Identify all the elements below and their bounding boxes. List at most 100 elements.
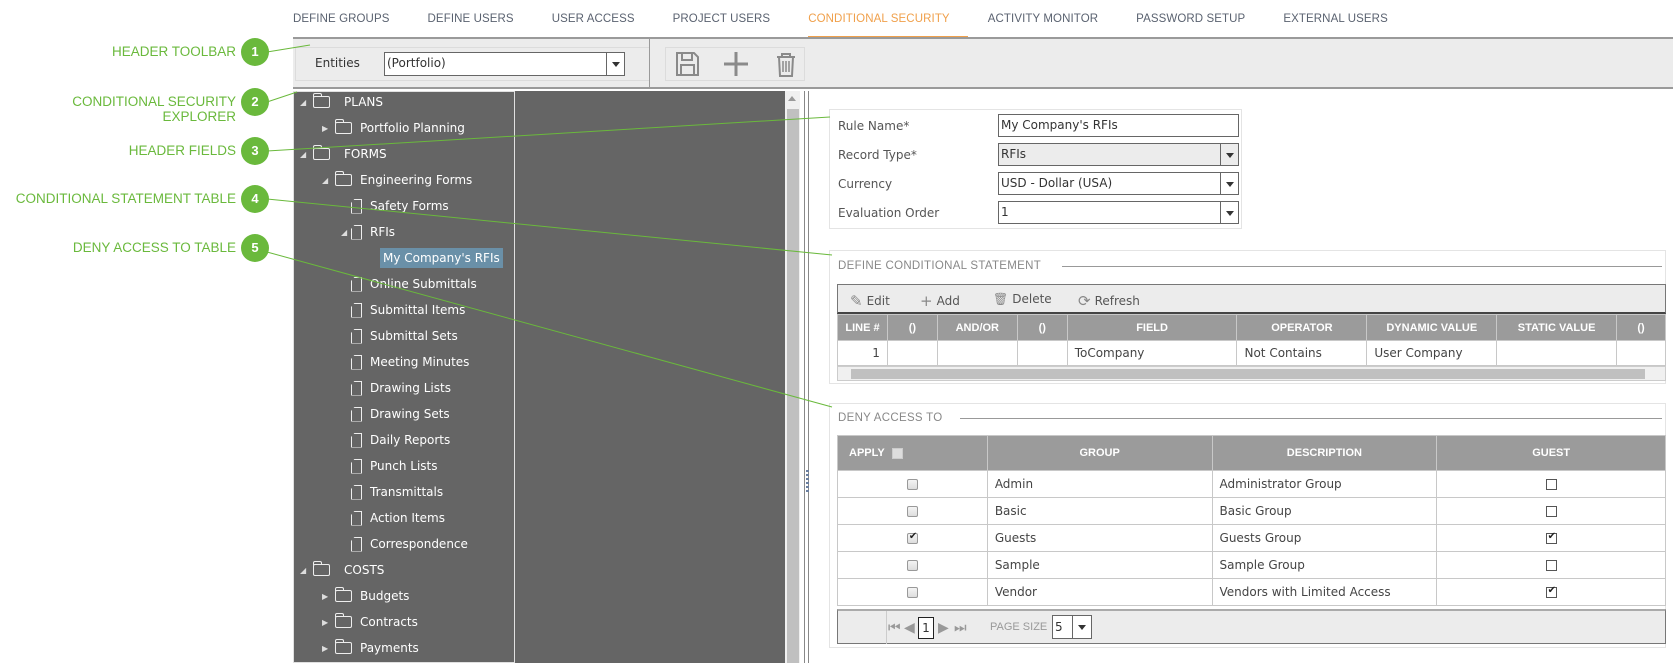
column-header[interactable]: OPERATOR	[1236, 314, 1368, 341]
tab-define-groups[interactable]: DEFINE GROUPS	[293, 0, 390, 38]
table-row[interactable]: 1 ToCompany Not Contains User Company	[837, 340, 1666, 366]
edit-button[interactable]: ✎ Edit	[850, 292, 890, 310]
table-row[interactable]: Vendor Vendors with Limited Access	[837, 578, 1666, 606]
next-page-icon[interactable]: ▶	[938, 620, 949, 636]
apply-checkbox[interactable]	[906, 479, 918, 490]
guest-checkbox[interactable]	[1545, 531, 1557, 544]
evaluation-order-select[interactable]: 1	[998, 201, 1239, 224]
chevron-down-icon[interactable]	[1220, 144, 1238, 165]
tree-item[interactable]: ▶ Contracts	[322, 611, 418, 633]
scrollbar-thumb[interactable]	[787, 109, 799, 663]
tree-item[interactable]: ◢ Engineering Forms	[322, 169, 472, 191]
apply-checkbox[interactable]	[906, 506, 918, 517]
tree-item[interactable]: Drawing Lists	[341, 377, 451, 399]
tree-item[interactable]: Safety Forms	[341, 195, 449, 217]
record-type-select[interactable]: RFIs	[998, 143, 1239, 166]
tree-item[interactable]: ▶ Payments	[322, 637, 419, 659]
tree-item[interactable]: Daily Reports	[341, 429, 450, 451]
tree-item[interactable]: Correspondence	[341, 533, 468, 555]
rule-name-input[interactable]: My Company's RFIs	[998, 114, 1239, 137]
column-header[interactable]: STATIC VALUE	[1496, 314, 1618, 341]
currency-select[interactable]: USD - Dollar (USA)	[998, 172, 1239, 195]
page-number-input[interactable]: 1	[918, 617, 934, 639]
table-row[interactable]: Sample Sample Group	[837, 551, 1666, 579]
chevron-down-icon[interactable]	[1072, 616, 1091, 638]
conditional-hscrollbar[interactable]	[837, 366, 1666, 381]
column-header[interactable]: GUEST	[1436, 435, 1666, 471]
tab-activity-monitor[interactable]: ACTIVITY MONITOR	[988, 0, 1098, 38]
tree-item[interactable]: My Company's RFIs	[380, 247, 503, 269]
column-header[interactable]: GROUP	[986, 435, 1213, 471]
first-page-icon[interactable]: ⏮	[888, 620, 901, 636]
tree-item[interactable]: ◢ RFIs	[341, 221, 395, 243]
add-button[interactable]: + Add	[920, 292, 960, 310]
select-all-checkbox[interactable]	[891, 447, 903, 459]
entities-select[interactable]: (Portfolio)	[384, 52, 625, 76]
chevron-down-icon[interactable]	[606, 53, 624, 75]
expand-icon[interactable]: ▶	[322, 124, 332, 133]
last-page-icon[interactable]: ⏭	[954, 620, 967, 636]
explorer-scrollbar[interactable]	[785, 91, 800, 663]
column-header[interactable]: DESCRIPTION	[1211, 435, 1438, 471]
expand-icon[interactable]: ▶	[322, 592, 332, 601]
tree-item[interactable]: ▶ Portfolio Planning	[322, 117, 465, 139]
panel-splitter[interactable]	[804, 91, 809, 663]
guest-checkbox[interactable]	[1545, 479, 1557, 490]
scroll-up-icon[interactable]	[788, 96, 796, 101]
column-header[interactable]: LINE #	[837, 314, 888, 341]
tab-user-access[interactable]: USER ACCESS	[552, 0, 635, 38]
column-header[interactable]: AND/OR	[936, 314, 1018, 341]
tree-item[interactable]: Submittal Items	[341, 299, 465, 321]
collapse-icon[interactable]: ◢	[300, 150, 310, 159]
chevron-down-icon[interactable]	[1220, 173, 1238, 194]
delete-button[interactable]: 🗑 Delete	[993, 292, 1052, 306]
collapse-icon[interactable]: ◢	[300, 98, 310, 107]
column-header[interactable]: DYNAMIC VALUE	[1366, 314, 1498, 341]
scrollbar-thumb[interactable]	[851, 369, 1645, 379]
apply-checkbox[interactable]	[906, 560, 918, 571]
refresh-button[interactable]: ⟳ Refresh	[1078, 292, 1140, 310]
page-size-select[interactable]: 5	[1052, 615, 1092, 639]
tree-item[interactable]: Drawing Sets	[341, 403, 450, 425]
table-row[interactable]: Basic Basic Group	[837, 497, 1666, 525]
collapse-icon[interactable]: ◢	[300, 566, 310, 575]
tab-conditional-security[interactable]: CONDITIONAL SECURITY	[808, 0, 968, 38]
add-icon[interactable]	[722, 50, 750, 78]
apply-checkbox[interactable]	[906, 531, 918, 544]
column-header[interactable]: ()	[1616, 314, 1666, 341]
collapse-icon[interactable]: ◢	[322, 176, 332, 185]
tree-item[interactable]: ◢ FORMS	[300, 143, 387, 165]
apply-checkbox[interactable]	[906, 587, 918, 598]
collapse-icon[interactable]: ◢	[341, 228, 351, 237]
guest-checkbox[interactable]	[1545, 560, 1557, 571]
tab-project-users[interactable]: PROJECT USERS	[673, 0, 771, 38]
prev-page-icon[interactable]: ◀	[904, 620, 915, 636]
column-header[interactable]: ()	[1016, 314, 1068, 341]
chevron-down-icon[interactable]	[1220, 202, 1238, 223]
tree-item[interactable]: Action Items	[341, 507, 445, 529]
table-row[interactable]: GuestsGuests Group	[837, 524, 1666, 552]
tree-item[interactable]: ▶ Budgets	[322, 585, 409, 607]
splitter-grip-icon[interactable]	[806, 470, 809, 492]
folder-icon	[313, 145, 330, 160]
save-icon[interactable]	[673, 50, 701, 78]
guest-checkbox[interactable]	[1545, 585, 1557, 598]
tree-item[interactable]: Online Submittals	[341, 273, 477, 295]
tab-define-users[interactable]: DEFINE USERS	[428, 0, 514, 38]
tree-item[interactable]: Transmittals	[341, 481, 443, 503]
tree-item[interactable]: Punch Lists	[341, 455, 437, 477]
delete-icon[interactable]	[772, 50, 800, 78]
tab-external-users[interactable]: EXTERNAL USERS	[1283, 0, 1388, 38]
tree-item[interactable]: Meeting Minutes	[341, 351, 469, 373]
guest-checkbox[interactable]	[1545, 506, 1557, 517]
column-header[interactable]: ()	[886, 314, 938, 341]
expand-icon[interactable]: ▶	[322, 618, 332, 627]
column-header[interactable]: FIELD	[1066, 314, 1238, 341]
tree-item[interactable]: ◢ COSTS	[300, 559, 384, 581]
tree-item[interactable]: Submittal Sets	[341, 325, 458, 347]
document-icon	[351, 302, 362, 318]
tab-password-setup[interactable]: PASSWORD SETUP	[1136, 0, 1245, 38]
expand-icon[interactable]: ▶	[322, 644, 332, 653]
table-row[interactable]: Admin Administrator Group	[837, 470, 1666, 498]
tree-item[interactable]: ◢ PLANS	[300, 91, 383, 113]
